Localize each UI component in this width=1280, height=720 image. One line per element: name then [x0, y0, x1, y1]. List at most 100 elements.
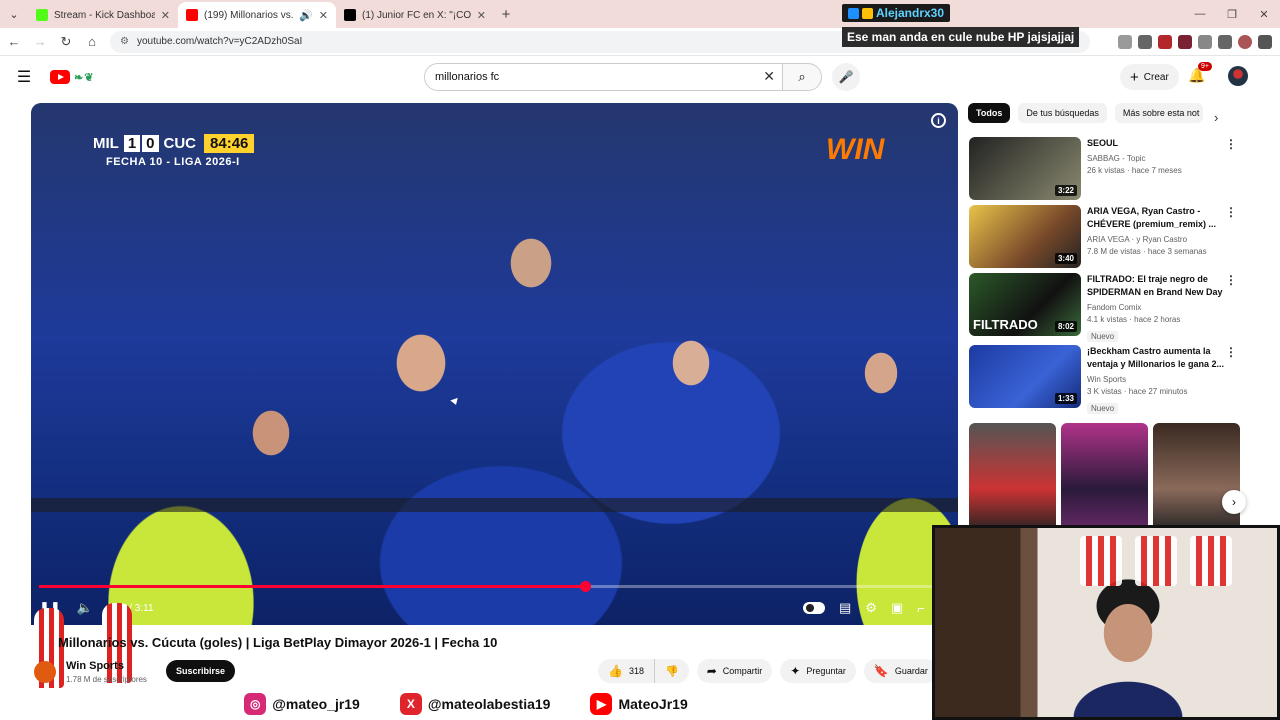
recommendation-item[interactable]: 3:22 SEOUL SABBAG - Topic 26 k vistas · …: [969, 137, 1239, 201]
clear-search-icon[interactable]: ✕: [763, 68, 775, 85]
restore-icon[interactable]: ❐: [1216, 0, 1248, 28]
scoreboard-subtitle: FECHA 10 - LIGA 2026-I: [106, 156, 240, 168]
video-player[interactable]: MIL 1 0 CUC 84:46 FECHA 10 - LIGA 2026-I…: [31, 103, 958, 625]
back-arrow-icon[interactable]: ←: [2, 30, 26, 54]
install-icon[interactable]: [1118, 34, 1132, 49]
streamer-webcam: [932, 525, 1280, 720]
tab-title: (1) Junior FC en X: "¡CONVOCA: [362, 9, 471, 21]
search-button[interactable]: ⌕: [782, 63, 822, 91]
like-button[interactable]: 👍 318: [598, 659, 655, 683]
bookmark-star-icon[interactable]: [1138, 34, 1152, 49]
social-handle: @mateolabestia19: [427, 696, 551, 712]
recommendation-meta: 3 K vistas · hace 27 minutos: [1087, 387, 1188, 396]
video-progress-bar[interactable]: [39, 581, 949, 592]
recommendation-info: ARIA VEGA, Ryan Castro - CHÉVERE (premiu…: [1087, 205, 1227, 269]
new-tab-button[interactable]: +: [494, 2, 518, 28]
notifications-bell-icon[interactable]: 🔔 9+: [1188, 62, 1212, 84]
recommendation-meta: 7.8 M de vistas · hace 3 semanas: [1087, 247, 1207, 256]
chip-more-about[interactable]: Más sobre esta not: [1114, 103, 1203, 123]
youtube-handle: ▶ MateoJr19: [590, 693, 688, 715]
ask-label: Preguntar: [806, 666, 846, 676]
doodle-icon: ❧❦: [74, 71, 95, 84]
video-thumbnail[interactable]: 1:33: [969, 345, 1081, 408]
scrubber-handle[interactable]: [580, 581, 591, 592]
extension-icon[interactable]: [1178, 34, 1192, 49]
tab-title: (199) Millonarios vs. Cúcuta: [204, 9, 295, 21]
recommendation-item[interactable]: 1:33 ¡Beckham Castro aumenta la ventaja …: [969, 345, 1239, 414]
tab-junior-fc-x[interactable]: (1) Junior FC en X: "¡CONVOCA ✕: [336, 2, 494, 28]
youtube-logo[interactable]: ❧❦: [50, 70, 94, 84]
home-score: 1: [123, 135, 141, 152]
chip-from-searches[interactable]: De tus búsquedas: [1018, 103, 1107, 123]
close-tab-icon[interactable]: ✕: [477, 9, 486, 22]
create-button[interactable]: + Crear: [1120, 64, 1179, 90]
player-right-controls: ▤ ⚙ ▣ ⌐ ⛶: [803, 600, 948, 616]
channel-avatar[interactable]: [34, 661, 56, 683]
youtube-header: ☰ ❧❦ millonarios fc ✕ ⌕ 🎤 + Crear 🔔 9+: [0, 56, 1280, 98]
subscribe-button[interactable]: Suscribirse: [166, 660, 236, 682]
channel-name[interactable]: Win Sports: [66, 660, 147, 672]
minimize-icon[interactable]: —: [1184, 0, 1216, 28]
profile-avatar[interactable]: [1238, 34, 1252, 49]
home-icon[interactable]: ⌂: [80, 30, 104, 54]
more-options-icon[interactable]: ⋮: [1225, 273, 1237, 287]
subtitles-icon[interactable]: ▤: [839, 600, 851, 616]
video-thumbnail[interactable]: 3:22: [969, 137, 1081, 200]
youtube-play-icon: [50, 70, 70, 84]
close-tab-icon[interactable]: ✕: [161, 9, 170, 22]
x-favicon-icon: [344, 9, 356, 21]
duration-badge: 3:40: [1054, 253, 1077, 264]
save-button[interactable]: 🔖 Guardar: [863, 659, 938, 683]
badge-icon: [848, 7, 859, 19]
more-options-icon[interactable]: ⋮: [1225, 205, 1237, 219]
menu-dots-icon[interactable]: [1258, 34, 1272, 49]
search-input[interactable]: millonarios fc ✕: [424, 63, 784, 91]
shorts-next-chevron-icon[interactable]: ›: [1222, 490, 1246, 514]
forward-arrow-icon[interactable]: →: [28, 30, 52, 54]
tab-kick-dashboard[interactable]: Stream - Kick Dashboard ✕: [28, 2, 178, 28]
social-handle: @mateo_jr19: [272, 696, 360, 712]
more-options-icon[interactable]: ⋮: [1225, 345, 1237, 359]
menu-hamburger-icon[interactable]: ☰: [0, 67, 48, 87]
settings-gear-icon[interactable]: ⚙: [865, 600, 877, 616]
recommendation-channel: SABBAG - Topic: [1087, 154, 1146, 163]
extension-icon[interactable]: [1158, 34, 1172, 49]
chip-all[interactable]: Todos: [968, 103, 1011, 123]
short-thumbnail[interactable]: [1153, 423, 1240, 533]
short-thumbnail[interactable]: [969, 423, 1056, 533]
bookmark-icon: 🔖: [873, 664, 889, 678]
instagram-handle: ◎ @mateo_jr19: [244, 693, 360, 715]
related-filter-chips: Todos De tus búsquedas Más sobre esta no…: [968, 103, 1203, 123]
speaker-icon[interactable]: 🔊: [299, 9, 313, 22]
close-window-icon[interactable]: ✕: [1248, 0, 1280, 28]
info-icon[interactable]: i: [931, 113, 946, 128]
recommendation-item[interactable]: FILTRADO 8:02 FILTRADO: El traje negro d…: [969, 273, 1239, 342]
video-thumbnail[interactable]: FILTRADO 8:02: [969, 273, 1081, 336]
close-tab-icon[interactable]: ✕: [319, 9, 328, 22]
dislike-button[interactable]: 👎: [655, 659, 689, 683]
account-avatar[interactable]: [1228, 66, 1248, 86]
player-controls: ❚❚ 🔈 1:55 / 3:11 ▤ ⚙ ▣ ⌐ ⛶: [31, 593, 958, 623]
miniplayer-icon[interactable]: ▣: [891, 600, 903, 616]
voice-search-mic-icon[interactable]: 🎤: [832, 63, 860, 91]
ask-button[interactable]: ✦ Preguntar: [780, 659, 856, 683]
autoplay-toggle[interactable]: [803, 602, 826, 614]
tab-youtube-video[interactable]: (199) Millonarios vs. Cúcuta 🔊 ✕: [178, 2, 336, 28]
video-thumbnail[interactable]: 3:40: [969, 205, 1081, 268]
extensions-puzzle-icon[interactable]: [1198, 34, 1212, 49]
recommendation-item[interactable]: 3:40 ARIA VEGA, Ryan Castro - CHÉVERE (p…: [969, 205, 1239, 269]
more-options-icon[interactable]: ⋮: [1225, 137, 1237, 151]
share-button[interactable]: ➦ Compartir: [696, 659, 773, 683]
channel-info[interactable]: Win Sports 1.78 M de suscriptores: [34, 660, 147, 684]
playlist-icon[interactable]: [1218, 34, 1232, 49]
badge-icon: [862, 7, 873, 19]
chevron-right-icon[interactable]: ›: [1214, 110, 1218, 125]
recommendation-title: SEOUL: [1087, 138, 1119, 148]
cast-icon[interactable]: ⌐: [917, 601, 925, 616]
short-thumbnail[interactable]: [1061, 423, 1148, 533]
reload-icon[interactable]: ↻: [54, 30, 78, 54]
tab-search-chevron-icon[interactable]: ⌄: [0, 0, 28, 28]
recommendation-meta: 26 k vistas · hace 7 meses: [1087, 166, 1182, 175]
youtube-favicon-icon: [186, 9, 198, 21]
site-info-icon[interactable]: ⚙: [120, 36, 129, 47]
